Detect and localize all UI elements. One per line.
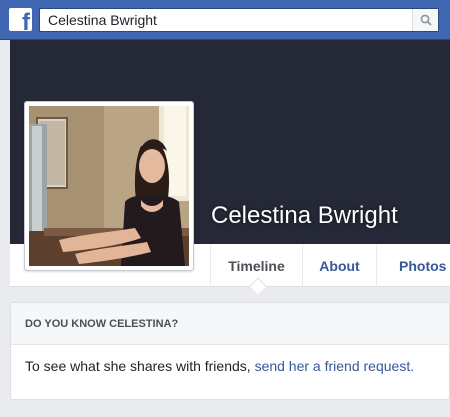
friend-request-card: DO YOU KNOW CELESTINA? To see what she s… bbox=[10, 302, 450, 400]
search-input[interactable] bbox=[40, 9, 412, 31]
card-body-text: To see what she shares with friends, bbox=[25, 358, 255, 374]
profile-photo[interactable] bbox=[24, 101, 194, 271]
facebook-logo-letter: f bbox=[22, 9, 30, 32]
facebook-f-icon[interactable]: f bbox=[9, 8, 32, 31]
profile-picture-image bbox=[29, 106, 189, 266]
top-navigation-bar: f bbox=[0, 0, 450, 40]
tab-about[interactable]: About bbox=[302, 244, 376, 287]
card-body: To see what she shares with friends, sen… bbox=[11, 345, 449, 387]
card-header: DO YOU KNOW CELESTINA? bbox=[11, 303, 449, 345]
search-icon bbox=[420, 14, 432, 26]
search-button[interactable] bbox=[412, 9, 438, 31]
tab-photos[interactable]: Photos bbox=[376, 244, 450, 287]
friend-request-link[interactable]: send her a friend request. bbox=[255, 358, 415, 374]
profile-name[interactable]: Celestina Bwright bbox=[211, 202, 398, 230]
search-box bbox=[39, 8, 439, 32]
